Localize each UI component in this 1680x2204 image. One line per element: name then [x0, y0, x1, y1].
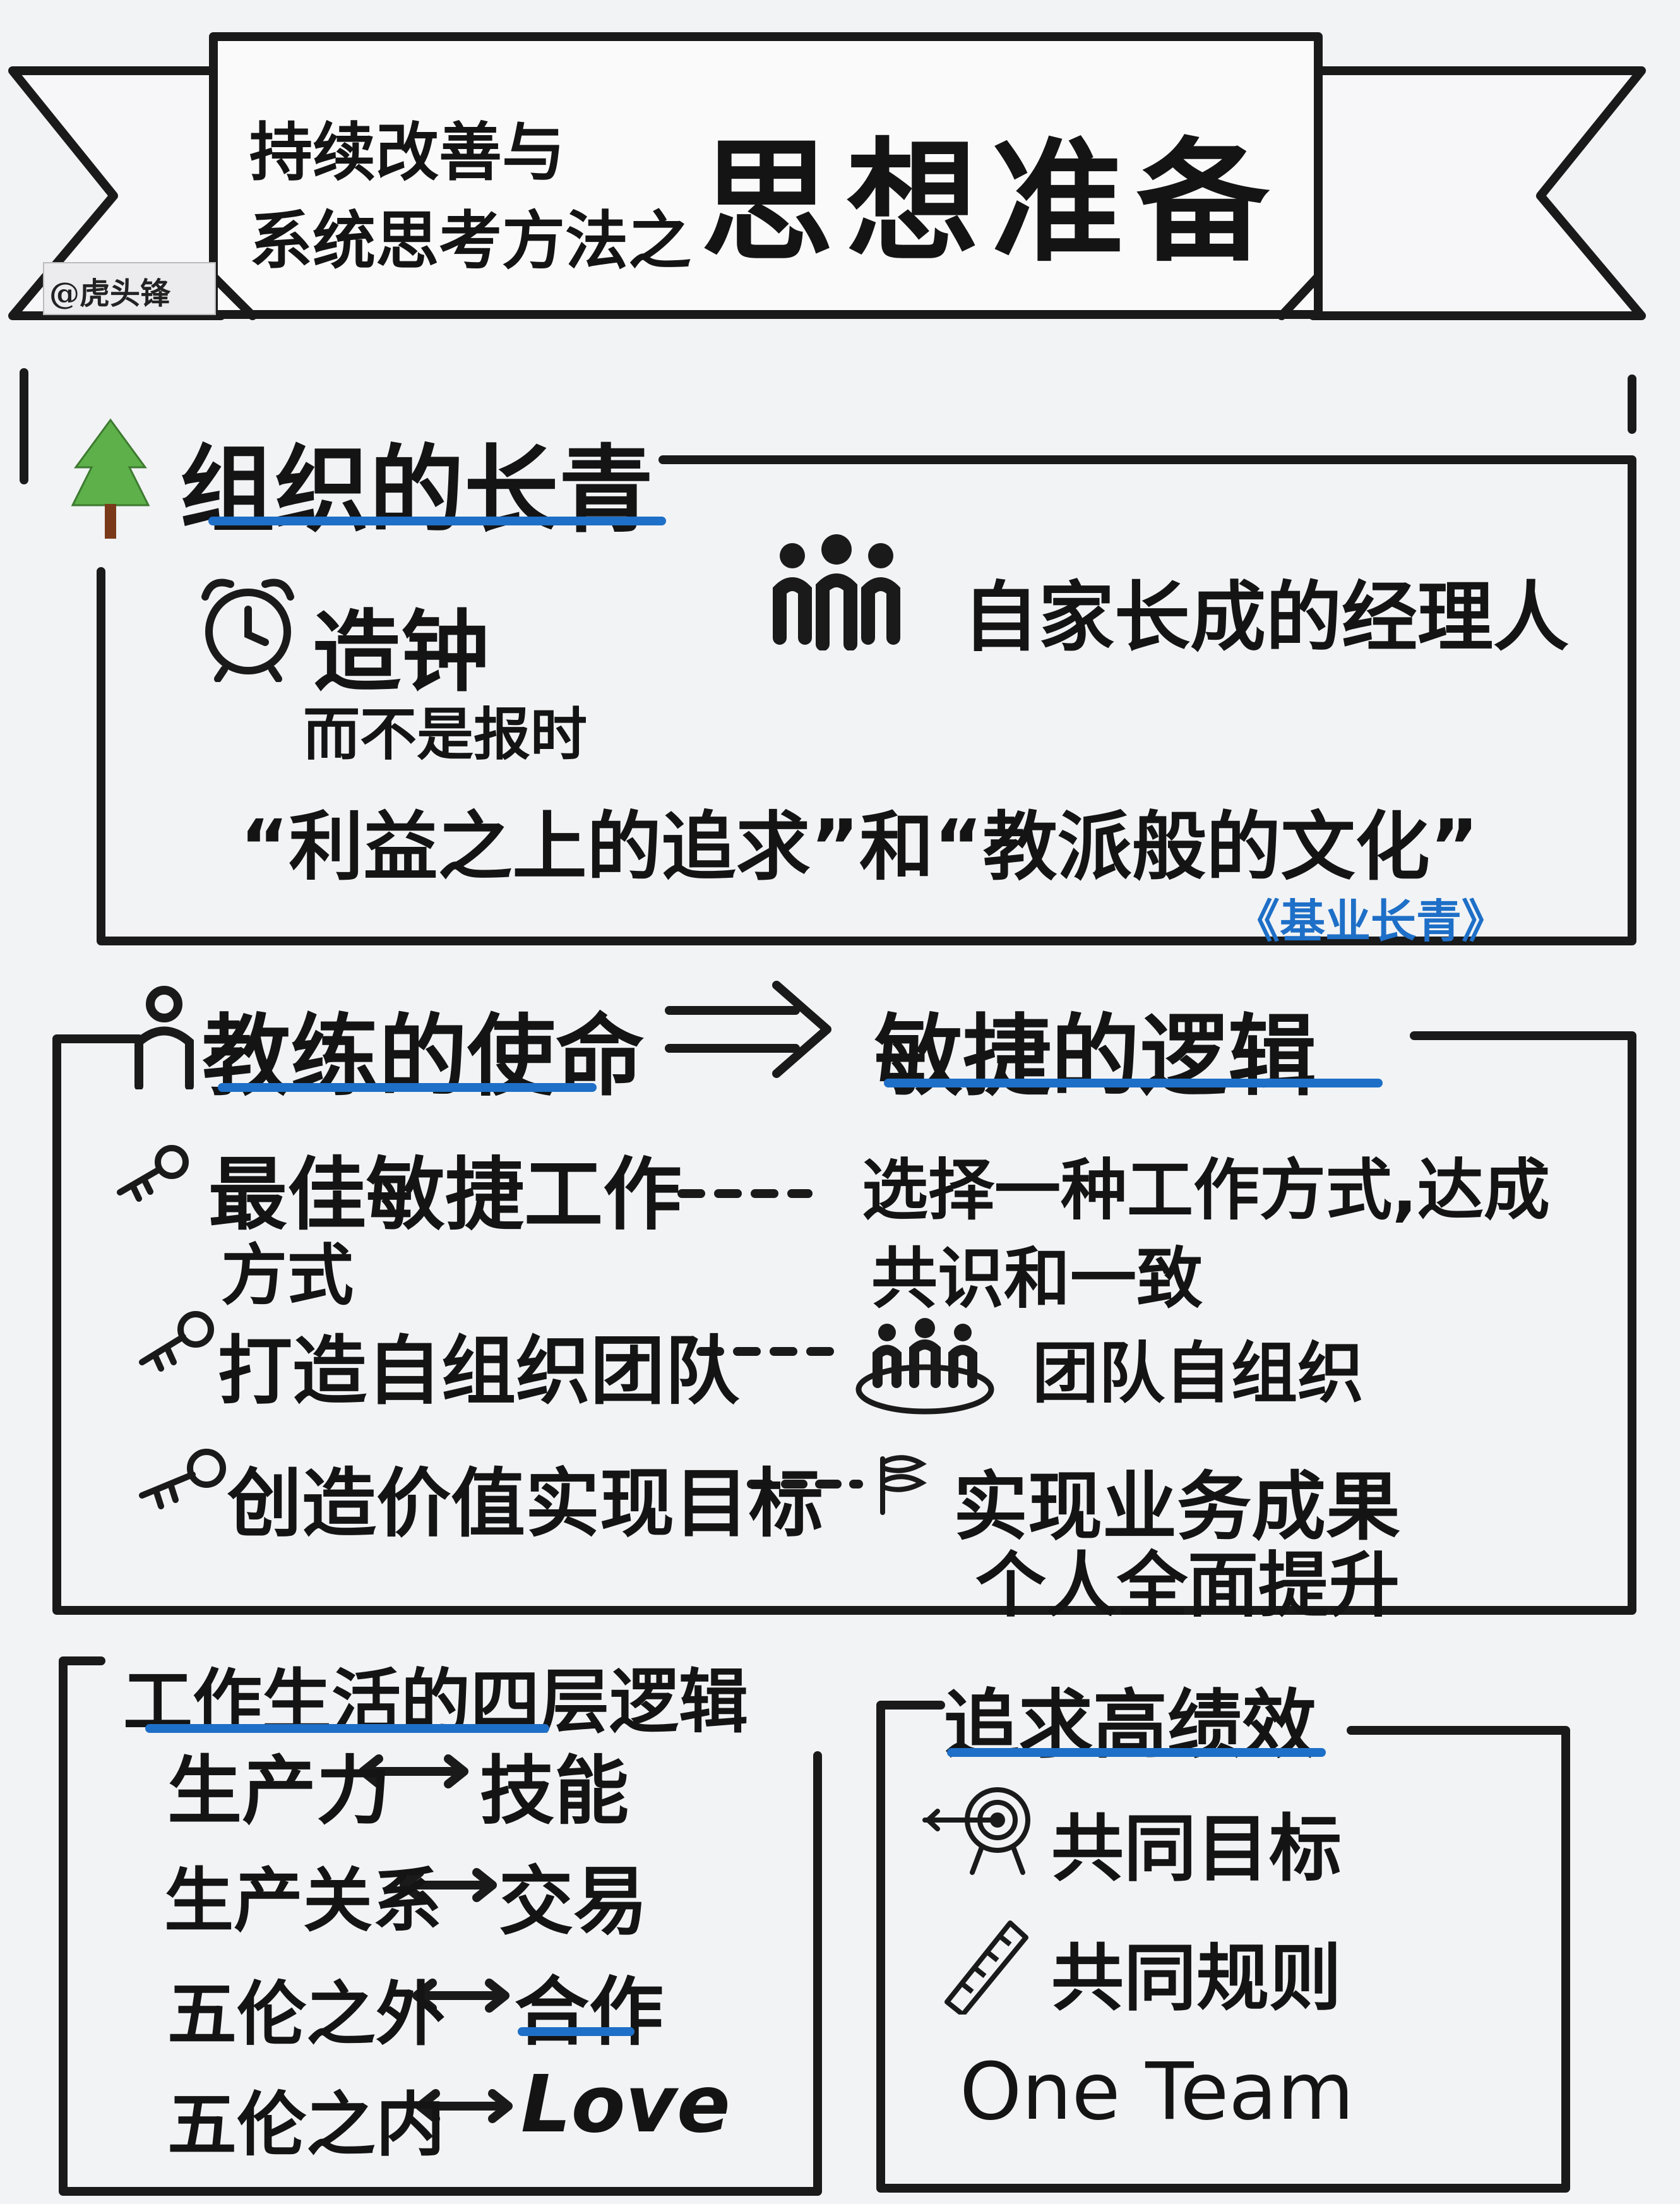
target-icon	[922, 1787, 1030, 1875]
key-icon	[139, 1311, 214, 1372]
logic-row2-left: 生产关系	[164, 1860, 442, 1941]
flag-icon	[880, 1455, 927, 1515]
quote-text: “利益之上的追求”和“教派般的文化”	[240, 803, 1479, 890]
book-title: 《基业长青》	[1234, 895, 1508, 948]
logic-row4-left: 五伦之内	[167, 2085, 445, 2165]
section2-heading-left: 教练的使命	[202, 1005, 645, 1108]
team-circle-icon	[855, 1318, 994, 1415]
agile-row1-left-line2: 方式	[221, 1237, 354, 1314]
section1-heading: 组织的长青	[180, 436, 654, 546]
alarm-clock-icon	[201, 578, 294, 682]
logic-row1-left: 生产力	[167, 1747, 391, 1835]
agile-row1-right-line2: 共识和一致	[871, 1240, 1203, 1317]
section4-heading-underline	[947, 1748, 1326, 1757]
coach-person-icon	[134, 986, 194, 1089]
people-icon	[773, 534, 900, 650]
manager-text: 自家长成的经理人	[963, 574, 1569, 662]
key-icon	[117, 1145, 189, 1202]
agile-row2-right: 团队自组织	[1032, 1335, 1364, 1412]
agile-row1-right-line1: 选择一种工作方式,达成	[862, 1152, 1550, 1229]
section2-heading-right-underline	[884, 1079, 1383, 1087]
rules-text: 共同规则	[1051, 1936, 1342, 2021]
section1-heading-underline	[208, 517, 666, 525]
logic-row2-right: 交易	[499, 1858, 648, 1945]
key-icon	[139, 1449, 226, 1509]
watermark-text: @虎头锋	[49, 276, 171, 311]
agile-row3-left: 创造价值实现目标	[227, 1460, 824, 1547]
logic-row3-right: 合作	[515, 1968, 664, 2056]
section2-heading-left-underline	[218, 1083, 597, 1092]
banner-subtitle-line2: 系统思考方法之	[249, 204, 691, 278]
one-team-text: One Team	[960, 2046, 1354, 2138]
page-title: 思想准备	[701, 125, 1282, 280]
section2-heading-right: 敏捷的逻辑	[874, 1005, 1317, 1108]
clock-subtitle: 而不是报时	[303, 702, 587, 768]
banner-right-tail	[1309, 66, 1646, 320]
logic-row3-left: 五伦之外	[167, 1974, 445, 2055]
agile-row3-right-line2: 个人全面提升	[975, 1545, 1400, 1627]
logic-row4-right: Love	[521, 2059, 730, 2150]
ruler-icon	[944, 1920, 1028, 2015]
cooperation-underline	[518, 2027, 634, 2036]
goal-text: 共同目标	[1051, 1807, 1342, 1891]
tree-icon	[71, 418, 150, 539]
big-arrow	[665, 981, 831, 1078]
logic-row1-right: 技能	[480, 1747, 629, 1835]
banner-subtitle-line1: 持续改善与	[249, 116, 565, 189]
agile-row2-left: 打造自组织团队	[218, 1327, 740, 1415]
